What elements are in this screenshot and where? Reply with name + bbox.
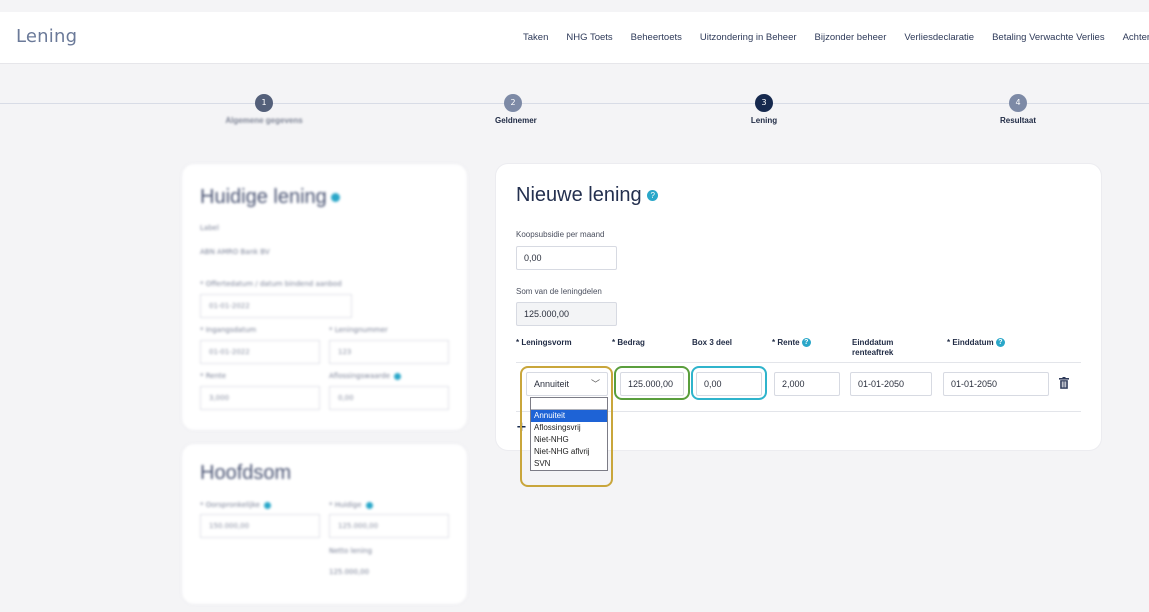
step-3-label: Lening bbox=[750, 116, 778, 125]
info-icon bbox=[330, 193, 340, 203]
number-field: 123 bbox=[329, 340, 449, 364]
row-divider-top bbox=[516, 362, 1081, 363]
step-3-circle: 3 bbox=[755, 94, 773, 112]
nav-nhg-toets[interactable]: NHG Toets bbox=[566, 32, 612, 43]
principal-title: Hoofdsom bbox=[200, 462, 292, 484]
help-icon[interactable]: ? bbox=[801, 338, 811, 348]
app-title: Lening bbox=[16, 26, 78, 47]
original-caption: * Oorspronkelijke bbox=[200, 501, 260, 509]
offer-field: 01-01-2022 bbox=[200, 294, 352, 318]
step-4[interactable]: 4 Resultaat bbox=[918, 94, 1118, 125]
net-value: 125.000,00 bbox=[329, 568, 370, 576]
col-box3: Box 3 deel bbox=[692, 338, 733, 347]
start-caption: * Ingangsdatum bbox=[200, 326, 257, 334]
rate-input[interactable]: 2,000 bbox=[774, 372, 840, 396]
info-icon bbox=[264, 501, 271, 509]
repay-caption: Aflossingswaarde bbox=[329, 372, 391, 380]
col-bedrag: * Bedrag bbox=[612, 338, 645, 347]
highlight-leningsvorm bbox=[520, 366, 613, 487]
nav-achterstand[interactable]: Achterstand bbox=[1123, 32, 1149, 43]
sum-field: 125.000,00 bbox=[516, 302, 617, 326]
col-einddatum-renteaftrek-1: Einddatum bbox=[852, 338, 894, 347]
step-4-circle: 4 bbox=[1009, 94, 1027, 112]
rate-caption: * Rente bbox=[200, 372, 227, 380]
end-deduction-input[interactable]: 01-01-2050 bbox=[850, 372, 932, 396]
step-2[interactable]: 2 Geldnemer bbox=[413, 94, 613, 125]
offer-caption: * Offertedatum / datum bindend aanbod bbox=[200, 280, 342, 288]
top-header: Lening Taken NHG Toets Beheertoets Uitzo… bbox=[0, 12, 1149, 64]
nav-uitzondering[interactable]: Uitzondering in Beheer bbox=[700, 32, 797, 43]
col-rente: * Rente bbox=[772, 338, 800, 347]
nav-beheertoets[interactable]: Beheertoets bbox=[631, 32, 682, 43]
nav-betaling-verwachte-verlies[interactable]: Betaling Verwachte Verlies bbox=[992, 32, 1104, 43]
end-date-input[interactable]: 01-01-2050 bbox=[943, 372, 1049, 396]
help-icon[interactable]: ? bbox=[647, 190, 659, 202]
current-loan-title: Huidige lening bbox=[200, 186, 327, 208]
help-icon[interactable]: ? bbox=[995, 338, 1005, 348]
highlight-bedrag bbox=[614, 366, 690, 400]
principal-card: Hoofdsom * Oorspronkelijke 150.000,00 * … bbox=[182, 444, 467, 604]
step-2-label: Geldnemer bbox=[495, 116, 537, 125]
nav-bijzonder-beheer[interactable]: Bijzonder beheer bbox=[815, 32, 887, 43]
sum-label: Som van de leningdelen bbox=[516, 287, 602, 296]
current-loan-card: Huidige lening Label ABN AMRO Bank BV * … bbox=[182, 164, 467, 430]
label-caption: Label bbox=[200, 224, 219, 232]
step-2-circle: 2 bbox=[504, 94, 522, 112]
new-loan-title: Nieuwe lening bbox=[516, 184, 642, 206]
step-1-label: Algemene gegevens bbox=[225, 116, 303, 125]
top-nav: Taken NHG Toets Beheertoets Uitzondering… bbox=[523, 32, 1149, 43]
current-caption: * Huidige bbox=[329, 501, 362, 509]
nav-taken[interactable]: Taken bbox=[523, 32, 548, 43]
start-field: 01-01-2022 bbox=[200, 340, 320, 364]
highlight-box3 bbox=[691, 366, 767, 400]
repay-field: 0,00 bbox=[329, 386, 449, 410]
step-4-label: Resultaat bbox=[999, 116, 1036, 125]
col-einddatum-renteaftrek-2: renteaftrek bbox=[852, 348, 894, 357]
current-field: 125.000,00 bbox=[329, 514, 449, 538]
trash-icon[interactable] bbox=[1059, 377, 1069, 389]
subsidy-label: Koopsubsidie per maand bbox=[516, 230, 605, 239]
rate-field: 3,000 bbox=[200, 386, 320, 410]
step-3[interactable]: 3 Lening bbox=[664, 94, 864, 125]
step-1-circle: 1 bbox=[255, 94, 273, 112]
info-icon bbox=[365, 501, 373, 509]
number-caption: * Leningnummer bbox=[329, 326, 388, 334]
col-leningsvorm: * Leningsvorm bbox=[516, 338, 572, 347]
original-field: 150.000,00 bbox=[200, 514, 320, 538]
net-caption: Netto lening bbox=[329, 547, 373, 555]
info-icon bbox=[394, 372, 402, 380]
subsidy-input[interactable]: 0,00 bbox=[516, 246, 617, 270]
step-1[interactable]: 1 Algemene gegevens bbox=[164, 94, 364, 125]
col-einddatum: * Einddatum bbox=[947, 338, 994, 347]
label-value: ABN AMRO Bank BV bbox=[200, 248, 270, 256]
nav-verliesdeclaratie[interactable]: Verliesdeclaratie bbox=[904, 32, 974, 43]
